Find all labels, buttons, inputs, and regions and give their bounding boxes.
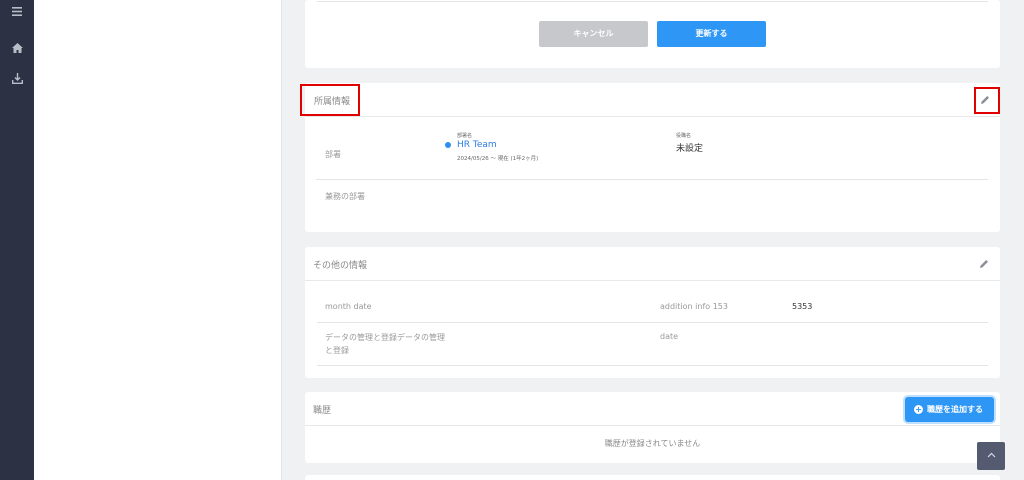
work-history-header: 職歴 + 職歴を追加する [305, 392, 1000, 426]
month-date-label: month date [325, 302, 372, 311]
work-history-title: 職歴 [313, 406, 332, 416]
work-history-card: 職歴 + 職歴を追加する 職歴が登録されていません [305, 392, 1000, 463]
chevron-up-icon [987, 452, 995, 458]
plus-circle-icon: + [914, 405, 923, 414]
department-period: 2024/05/26 〜 現在 (1年2ヶ月) [457, 156, 539, 162]
divider [317, 1, 988, 2]
highlight-box-edit [974, 87, 1000, 114]
menu-icon[interactable] [0, 6, 34, 20]
home-icon[interactable] [0, 43, 34, 57]
affiliation-card: 所属情報 部署 部署名 HR Team 2024/05/26 〜 現在 (1年2… [305, 83, 1000, 232]
divider [316, 179, 988, 180]
pencil-icon[interactable] [978, 258, 990, 270]
addition-info-label: addition info 153 [660, 302, 728, 311]
other-info-title: その他の情報 [313, 261, 368, 271]
data-management-label-line2: と登録 [325, 346, 349, 355]
department-label: 部署 [325, 150, 341, 159]
other-info-header: その他の情報 [305, 247, 1000, 281]
divider [317, 365, 988, 366]
update-button[interactable]: 更新する [657, 21, 766, 47]
dept-name-column-label: 部署名 [457, 133, 473, 139]
other-info-card: その他の情報 month date addition info 153 5353… [305, 247, 1000, 378]
position-column-label: 役職名 [676, 133, 692, 139]
form-actions-card: キャンセル 更新する [305, 0, 1000, 68]
cancel-button[interactable]: キャンセル [539, 21, 648, 47]
date-label: date [660, 332, 679, 341]
concurrent-department-label: 兼務の部署 [325, 192, 365, 201]
highlight-box-title [300, 84, 360, 116]
data-management-label-line1: データの管理と登録データの管理 [325, 333, 445, 342]
affiliation-header: 所属情報 [305, 83, 1000, 117]
scroll-to-top-button[interactable] [977, 442, 1005, 470]
position-value: 未設定 [676, 144, 704, 154]
department-name-link[interactable]: HR Team [457, 140, 497, 150]
status-dot [445, 142, 451, 148]
addition-info-value: 5353 [792, 302, 813, 311]
add-work-history-label: 職歴を追加する [927, 405, 983, 414]
empty-history-message: 職歴が登録されていません [604, 439, 701, 448]
download-icon[interactable] [0, 73, 34, 88]
add-work-history-button[interactable]: + 職歴を追加する [905, 397, 994, 422]
divider [317, 322, 988, 323]
nav-rail [0, 0, 34, 480]
side-panel [34, 0, 282, 480]
next-card [305, 475, 1000, 480]
